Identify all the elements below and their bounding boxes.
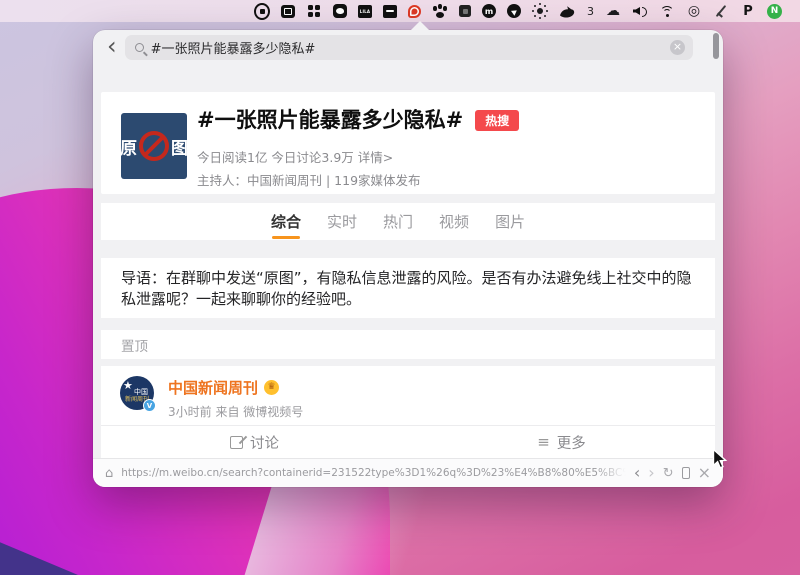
url-bar: ⌂ https://m.weibo.cn/search?containerid=… [93, 458, 723, 487]
weibo-menu-icon[interactable] [408, 5, 421, 18]
post-card: ★ 中国 新闻周刊 V 中国新闻周刊 ♛ 3小时前 来自 微博视频号 讨论 ≡ … [101, 366, 715, 458]
pinned-label: 置顶 [101, 330, 715, 359]
url-text: https://m.weibo.cn/search?containerid=23… [121, 467, 626, 479]
weibo-popover-window: ‹ #一张照片能暴露多少隐私# × 原 图 #一张照片能暴露多少隐私# 热搜 今… [93, 30, 723, 487]
twitter-bird-icon[interactable] [559, 3, 575, 19]
avatar-text-1: 中国 [134, 388, 148, 396]
notes-app-icon[interactable] [383, 5, 397, 18]
tab-bar: 综合 实时 热门 视频 图片 [101, 203, 715, 240]
nav-forward-icon[interactable]: › [648, 465, 654, 481]
twitter-badge-count: 3 [587, 5, 594, 18]
baidu-paw-icon[interactable] [432, 3, 448, 19]
screen-record-icon[interactable] [254, 3, 270, 19]
verified-badge: V [143, 399, 156, 412]
messenger-icon[interactable]: m [482, 4, 496, 18]
no-prohibition-icon [139, 131, 169, 161]
scrollbar-thumb[interactable] [713, 33, 719, 59]
wechat-icon[interactable] [333, 4, 347, 18]
logo-text-left: 原 [120, 134, 137, 159]
more-label: 更多 [557, 432, 586, 453]
tab-image[interactable]: 图片 [495, 212, 525, 232]
vip-crown-icon: ♛ [264, 380, 279, 395]
logo-text-right: 图 [171, 134, 188, 159]
search-icon [135, 43, 144, 52]
wifi-icon[interactable] [659, 3, 675, 19]
search-input[interactable]: #一张照片能暴露多少隐私# × [125, 35, 693, 60]
parallels-icon[interactable]: P [740, 3, 756, 19]
topic-host: 主持人：中国新闻周刊 | 119家媒体发布 [197, 170, 699, 189]
star-icon: ★ [123, 380, 133, 391]
cloud-icon[interactable]: ☁ [605, 3, 621, 19]
topic-title: #一张照片能暴露多少隐私# [197, 106, 463, 134]
post-meta: 3小时前 来自 微博视频号 [168, 403, 303, 420]
network-rings-icon[interactable]: ◎ [686, 3, 702, 19]
topic-stats[interactable]: 今日阅读1亿 今日讨论3.9万 详情> [197, 147, 699, 166]
topic-lead-text: 导语：在群聊中发送“原图”，有隐私信息泄露的风险。是否有办法避免线上社交中的隐私… [101, 258, 715, 318]
discuss-button[interactable]: 讨论 [101, 426, 408, 458]
screenshot-app-icon[interactable] [459, 5, 471, 17]
post-action-bar: 讨论 ≡ 更多 [101, 425, 715, 458]
volume-icon[interactable] [632, 3, 648, 19]
tab-realtime[interactable]: 实时 [327, 212, 357, 232]
more-button[interactable]: ≡ 更多 [408, 426, 715, 458]
discuss-label: 讨论 [250, 432, 279, 453]
tab-video[interactable]: 视频 [439, 212, 469, 232]
window-header: ‹ #一张照片能暴露多少隐私# × [93, 30, 723, 64]
hot-search-badge: 热搜 [475, 110, 519, 131]
tab-composite[interactable]: 综合 [271, 212, 301, 232]
device-view-icon[interactable] [682, 467, 690, 479]
hamburger-icon: ≡ [537, 435, 550, 450]
menu-bar: LILA m 3 ☁ ◎ P N [0, 0, 800, 22]
slashed-tool-icon[interactable] [713, 3, 729, 19]
app-grid-icon[interactable] [306, 3, 322, 19]
edit-icon [230, 436, 243, 449]
author-name[interactable]: 中国新闻周刊 [168, 377, 258, 398]
avatar[interactable]: ★ 中国 新闻周刊 V [120, 376, 154, 410]
home-icon: ⌂ [105, 467, 113, 480]
topic-logo: 原 图 [121, 113, 187, 179]
nordvpn-icon[interactable]: N [767, 4, 782, 19]
clear-search-icon[interactable]: × [670, 40, 685, 55]
nav-back-icon[interactable]: ‹ [634, 465, 640, 481]
search-query[interactable]: #一张照片能暴露多少隐私# [151, 38, 670, 57]
subtitles-app-icon[interactable]: LILA [358, 5, 372, 18]
window-capture-icon[interactable] [281, 5, 295, 18]
reload-icon[interactable]: ↻ [663, 467, 674, 480]
close-window-icon[interactable]: × [698, 465, 711, 481]
telegram-icon[interactable] [507, 4, 521, 18]
mouse-cursor [711, 448, 728, 475]
back-button[interactable]: ‹ [105, 35, 125, 60]
brightness-icon[interactable] [532, 3, 548, 19]
tab-hot[interactable]: 热门 [383, 212, 413, 232]
topic-card: 原 图 #一张照片能暴露多少隐私# 热搜 今日阅读1亿 今日讨论3.9万 详情>… [101, 92, 715, 194]
